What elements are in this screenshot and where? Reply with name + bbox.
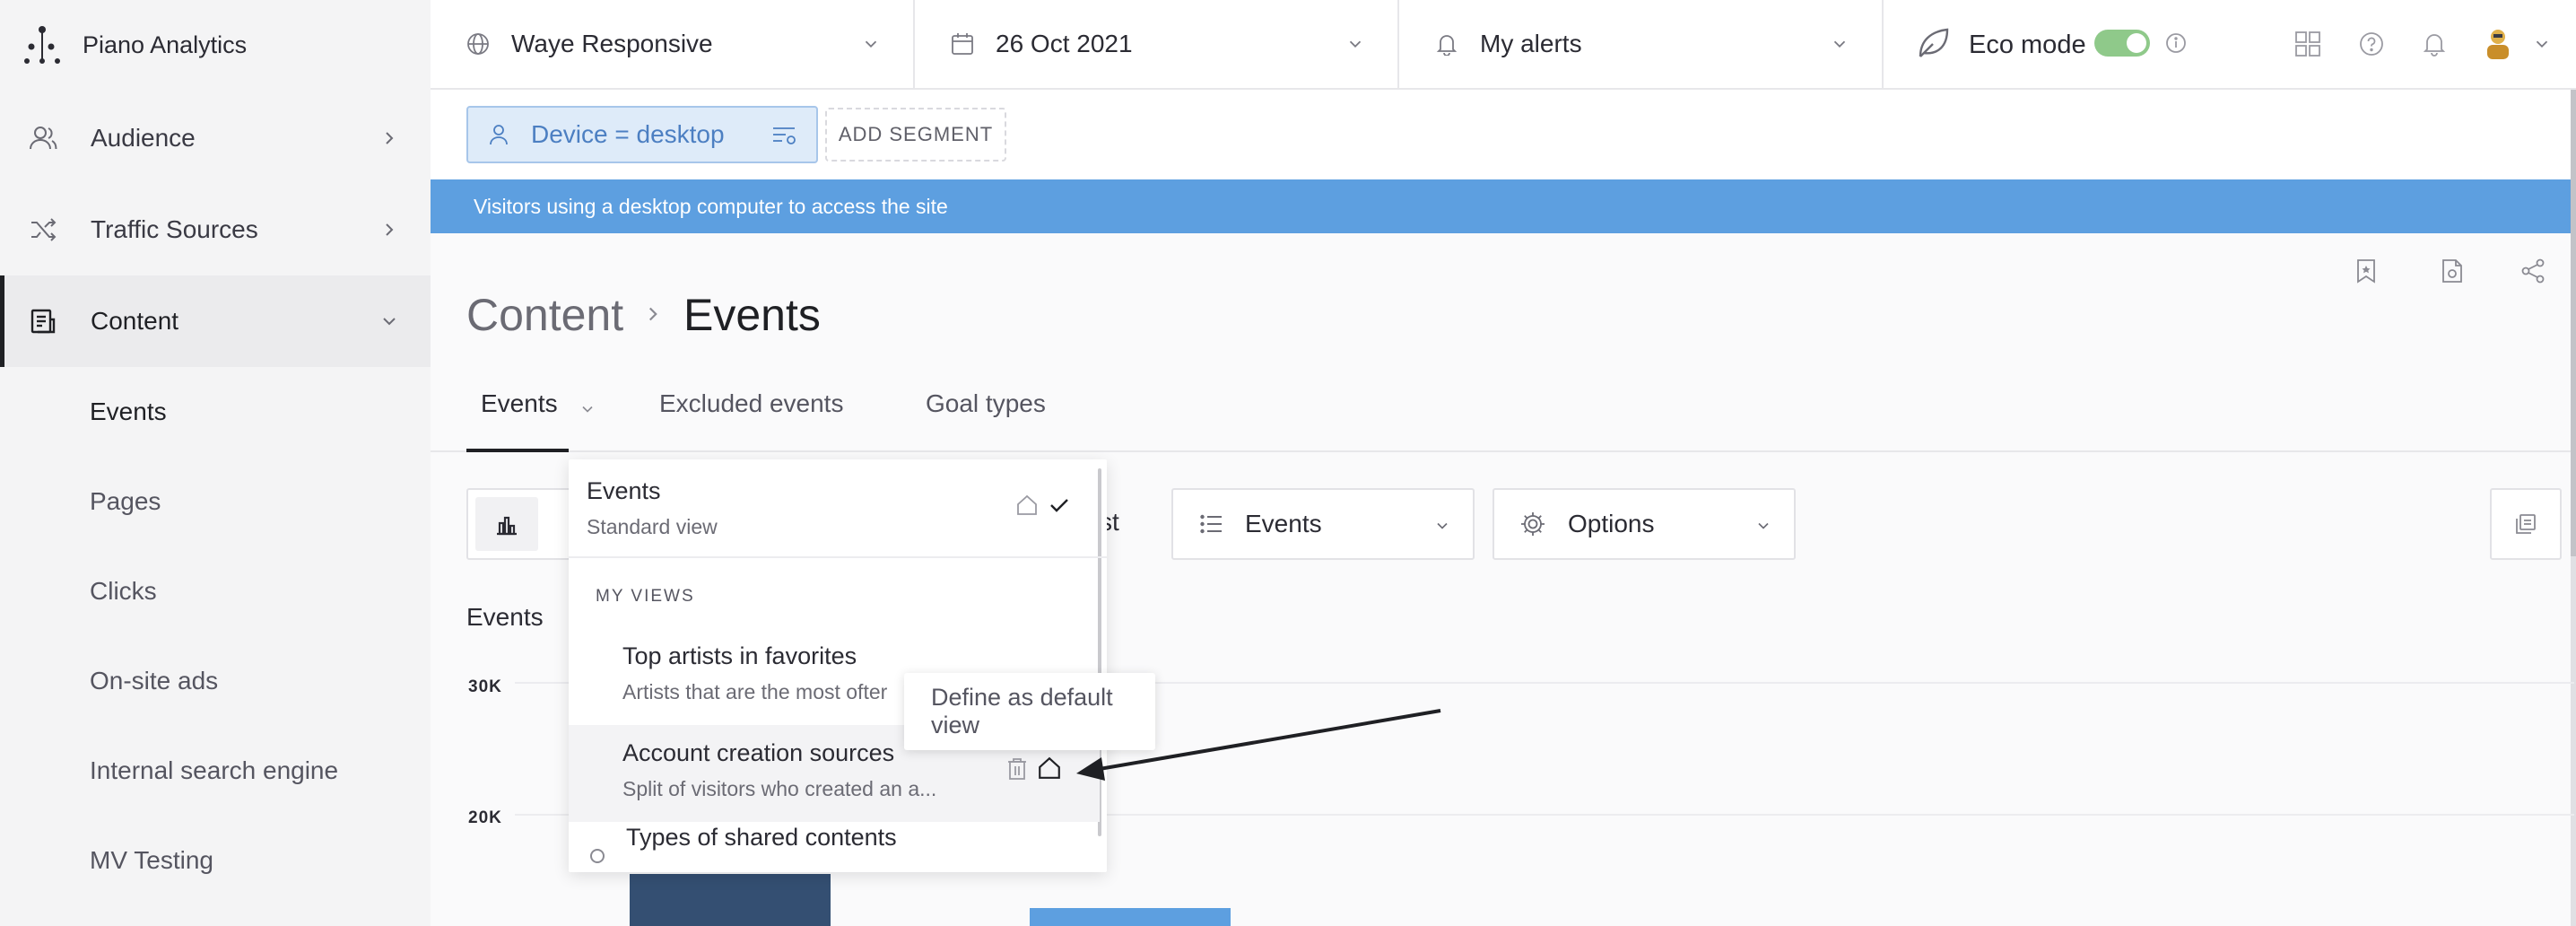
tab-events[interactable]: Events (481, 389, 558, 418)
piano-logo-icon (23, 25, 61, 65)
sidebar-subitem-onsite-ads[interactable]: On-site ads (90, 667, 218, 695)
check-icon (1048, 494, 1071, 517)
trash-icon[interactable] (1006, 757, 1028, 781)
apps-grid-icon[interactable] (2294, 31, 2321, 57)
sidebar: Piano Analytics Audience Traffic Sources (0, 0, 431, 926)
chevron-right-icon (379, 127, 400, 149)
tab-goal-types[interactable]: Goal types (926, 389, 1046, 418)
bar-chart-icon (495, 512, 518, 536)
standard-view-subtitle: Standard view (587, 515, 718, 538)
filter-settings-icon[interactable] (771, 123, 798, 148)
chart-bar[interactable] (1030, 908, 1231, 926)
active-tab-indicator (466, 449, 569, 452)
sidebar-subitem-mv-testing[interactable]: MV Testing (90, 846, 213, 875)
report-icon[interactable] (2436, 255, 2468, 287)
chevron-right-icon (379, 219, 400, 240)
segment-chip[interactable]: Device = desktop (466, 106, 818, 163)
top-bar: Waye Responsive 26 Oct 2021 My alerts Ec… (431, 0, 2576, 90)
eco-mode-label: Eco mode (1969, 31, 2086, 59)
site-selector[interactable]: Waye Responsive (431, 0, 915, 88)
gear-icon (1519, 511, 1546, 537)
copy-button[interactable] (2490, 488, 2562, 560)
chevron-down-icon (1754, 517, 1772, 535)
standard-view-title[interactable]: Events (587, 477, 661, 505)
date-value: 26 Oct 2021 (996, 30, 1133, 57)
breadcrumb-parent[interactable]: Content (466, 289, 623, 341)
dropdown-divider (569, 556, 1107, 558)
tabs-divider (431, 450, 2571, 452)
view-item-title: Top artists in favorites (622, 642, 857, 669)
chevron-down-icon (379, 310, 400, 332)
leaf-icon (1915, 26, 1951, 62)
options-select-value: Options (1568, 510, 1655, 537)
shuffle-icon (27, 214, 59, 246)
tab-excluded-events[interactable]: Excluded events (659, 389, 843, 418)
visualization-switch (466, 488, 583, 560)
info-icon[interactable] (2165, 32, 2187, 54)
page-scrollbar-thumb[interactable] (2571, 90, 2576, 556)
chevron-down-icon (1345, 34, 1365, 54)
metric-select[interactable]: Events (1171, 488, 1475, 560)
metric-select-value: Events (1245, 510, 1322, 537)
y-tick-label: 20K (468, 808, 502, 827)
add-segment-button[interactable]: ADD SEGMENT (825, 108, 1006, 162)
view-item[interactable]: Types of shared contents (569, 822, 1100, 872)
list-icon (1200, 513, 1223, 535)
chart-bar[interactable] (630, 874, 831, 926)
chevron-down-icon[interactable] (579, 400, 596, 418)
home-icon[interactable] (1015, 494, 1039, 517)
help-icon[interactable] (2359, 31, 2384, 57)
content-icon (27, 305, 59, 337)
chevron-down-icon (1830, 34, 1849, 54)
view-item-title: Types of shared contents (626, 824, 897, 851)
options-select[interactable]: Options (1493, 488, 1796, 560)
page-title: Events (683, 290, 821, 340)
brand[interactable]: Piano Analytics (23, 20, 247, 70)
sidebar-subitem-events[interactable]: Events (90, 397, 167, 426)
share-icon[interactable] (2517, 255, 2549, 287)
sidebar-item-label: Content (91, 307, 179, 335)
segment-label: Device = desktop (531, 120, 725, 148)
eco-mode-toggle[interactable] (2094, 30, 2150, 57)
sidebar-item-traffic-sources[interactable]: Traffic Sources (0, 184, 431, 275)
site-name: Waye Responsive (511, 30, 713, 57)
sidebar-item-audience[interactable]: Audience (0, 92, 431, 184)
chevron-down-icon[interactable] (2532, 34, 2552, 54)
brand-name: Piano Analytics (83, 31, 248, 58)
sidebar-item-label: Traffic Sources (91, 215, 258, 243)
date-selector[interactable]: 26 Oct 2021 (915, 0, 1399, 88)
notifications-icon[interactable] (2422, 31, 2447, 57)
globe-icon (466, 32, 490, 56)
sidebar-subitem-pages[interactable]: Pages (90, 487, 161, 516)
view-item-title: Account creation sources (622, 739, 895, 766)
view-item-subtitle: Artists that are the most ofter (622, 680, 888, 703)
chevron-right-icon (641, 301, 665, 328)
calendar-icon (951, 32, 974, 56)
user-icon (488, 123, 509, 146)
sidebar-item-content[interactable]: Content (0, 275, 431, 367)
segment-description-banner: Visitors using a desktop computer to acc… (431, 179, 2576, 233)
radio-indicator (590, 849, 605, 863)
view-item-subtitle: Split of visitors who created an a... (622, 777, 937, 800)
chevron-down-icon (861, 34, 881, 54)
sidebar-subitem-clicks[interactable]: Clicks (90, 577, 157, 606)
audience-icon (27, 122, 59, 154)
annotation-arrow (1076, 709, 1441, 781)
sidebar-item-label: Audience (91, 124, 196, 152)
bar-chart-view-button[interactable] (475, 497, 538, 551)
bell-icon (1435, 32, 1458, 56)
chevron-down-icon (1433, 517, 1451, 535)
alerts-label: My alerts (1480, 30, 1582, 57)
bookmark-icon[interactable] (2350, 255, 2382, 287)
avatar[interactable] (2483, 27, 2513, 61)
y-tick-label: 30K (468, 677, 502, 696)
copy-icon (2514, 512, 2537, 536)
alerts-selector[interactable]: My alerts (1399, 0, 1884, 88)
chart-title: Events (466, 603, 544, 631)
views-dropdown: Events Standard view MY VIEWS Top artist… (569, 459, 1107, 872)
sidebar-subitem-internal-search[interactable]: Internal search engine (90, 756, 338, 785)
my-views-heading: MY VIEWS (596, 587, 695, 606)
